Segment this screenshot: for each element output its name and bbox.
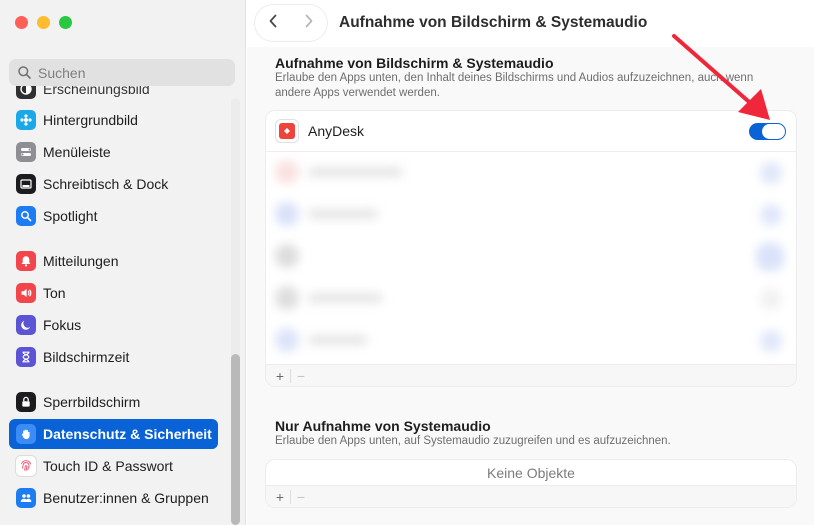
search-field[interactable] <box>9 59 235 86</box>
focus-icon <box>16 315 36 335</box>
fingerprint-icon <box>16 456 36 476</box>
sidebar-item-wallpaper[interactable]: Hintergrundbild <box>9 105 218 135</box>
add-app-button[interactable]: + <box>271 368 289 384</box>
blurred-row <box>266 152 796 192</box>
chevron-right-icon <box>305 14 313 27</box>
screen-audio-section-title: Aufnahme von Bildschirm & Systemaudio <box>275 55 554 71</box>
users-icon <box>16 488 36 508</box>
sidebar-item-lock-screen[interactable]: Sperrbildschirm <box>9 387 218 417</box>
empty-list-label: Keine Objekte <box>487 465 575 481</box>
window-controls <box>15 16 72 29</box>
lock-screen-icon <box>16 392 36 412</box>
system-audio-list-footer: + − <box>266 485 796 507</box>
blurred-row <box>266 320 796 360</box>
remove-app-button[interactable]: − <box>292 489 310 505</box>
system-audio-section-description: Erlaube den Apps unten, auf Systemaudio … <box>275 435 671 447</box>
sidebar-item-desktop-dock[interactable]: Schreibtisch & Dock <box>9 169 218 199</box>
menu-bar-icon <box>16 142 36 162</box>
sidebar-scrollbar-thumb[interactable] <box>231 354 240 525</box>
sidebar-item-label: Fokus <box>43 317 82 333</box>
sidebar-item-menu-bar[interactable]: Menüleiste <box>9 137 218 167</box>
sidebar-item-label: Hintergrundbild <box>43 112 138 128</box>
sidebar-item-users-groups[interactable]: Benutzer:innen & Gruppen <box>9 483 218 513</box>
footer-separator <box>290 368 291 383</box>
blurred-row <box>266 236 796 276</box>
remove-app-button[interactable]: − <box>292 368 310 384</box>
sidebar-item-sound[interactable]: Ton <box>9 278 218 308</box>
app-name: AnyDesk <box>308 123 365 139</box>
window-title: Aufnahme von Bildschirm & Systemaudio <box>339 14 648 31</box>
back-button[interactable] <box>267 13 279 34</box>
sidebar-item-screen-time[interactable]: Bildschirmzeit <box>9 342 218 372</box>
annotation-arrow-icon <box>672 34 770 120</box>
sidebar-item-notifications[interactable]: Mitteilungen <box>9 246 218 276</box>
spotlight-icon <box>16 206 36 226</box>
sidebar-item-touch-id[interactable]: Touch ID & Passwort <box>9 451 218 481</box>
sidebar-item-label: Datenschutz & Sicherheit <box>43 426 212 442</box>
sound-icon <box>16 283 36 303</box>
chevron-left-icon <box>269 14 277 27</box>
sidebar-item-focus[interactable]: Fokus <box>9 310 218 340</box>
sidebar-item-label: Menüleiste <box>43 144 111 160</box>
sidebar-item-label: Spotlight <box>43 208 98 224</box>
footer-separator <box>290 489 291 504</box>
sidebar-item-label: Ton <box>43 285 66 301</box>
add-app-button[interactable]: + <box>271 489 289 505</box>
zoom-window-button[interactable] <box>59 16 72 29</box>
search-icon <box>18 66 31 79</box>
sidebar-item-spotlight[interactable]: Spotlight <box>9 201 218 231</box>
search-input[interactable] <box>38 64 218 81</box>
blurred-row <box>266 194 796 234</box>
sidebar-item-label: Sperrbildschirm <box>43 394 141 410</box>
navigation-buttons <box>255 5 327 41</box>
anydesk-icon <box>276 120 298 142</box>
sidebar-item-label: Benutzer:innen & Gruppen <box>43 490 209 506</box>
screen-time-icon <box>16 347 36 367</box>
wallpaper-icon <box>16 110 36 130</box>
minimize-window-button[interactable] <box>37 16 50 29</box>
sidebar: Erscheinungsbild Hintergrundbild Menülei… <box>0 0 246 525</box>
close-window-button[interactable] <box>15 16 28 29</box>
dock-icon <box>16 174 36 194</box>
system-audio-app-list: Keine Objekte + − <box>266 460 796 507</box>
notifications-icon <box>16 251 36 271</box>
blurred-row <box>266 278 796 318</box>
forward-button[interactable] <box>303 13 315 34</box>
sidebar-item-label: Mitteilungen <box>43 253 119 269</box>
privacy-hand-icon <box>16 424 36 444</box>
screen-audio-list-footer: + − <box>266 364 796 386</box>
sidebar-item-label: Bildschirmzeit <box>43 349 130 365</box>
sidebar-item-privacy-security[interactable]: Datenschutz & Sicherheit <box>9 419 218 449</box>
blurred-app-rows <box>266 152 796 362</box>
sidebar-item-label: Schreibtisch & Dock <box>43 176 169 192</box>
screen-audio-app-list: AnyDesk + − <box>266 111 796 386</box>
system-audio-section-title: Nur Aufnahme von Systemaudio <box>275 418 491 434</box>
sidebar-item-label: Touch ID & Passwort <box>43 458 173 474</box>
